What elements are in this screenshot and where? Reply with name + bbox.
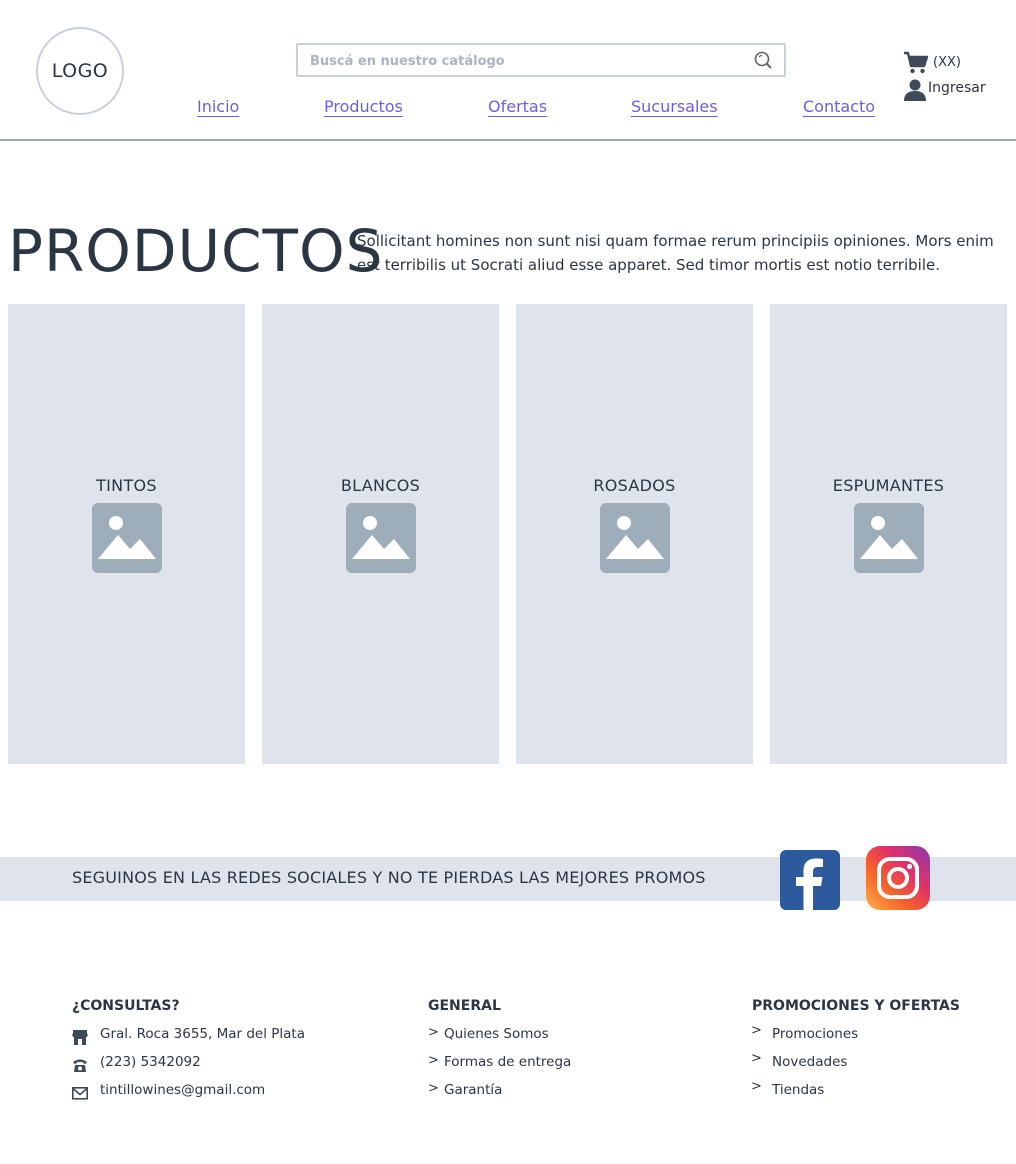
footer-link-quienes-somos[interactable]: Quienes Somos bbox=[444, 1026, 549, 1042]
chevron-right-icon: > bbox=[428, 1053, 439, 1068]
category-card-rosados[interactable]: ROSADOS bbox=[516, 304, 753, 764]
chevron-right-icon: > bbox=[751, 1023, 762, 1038]
nav-ofertas[interactable]: Ofertas bbox=[488, 97, 547, 116]
footer-address: Gral. Roca 3655, Mar del Plata bbox=[100, 1026, 305, 1042]
user-icon[interactable] bbox=[903, 78, 927, 102]
footer-contact-heading: ¿CONSULTAS? bbox=[72, 998, 180, 1014]
nav-inicio[interactable]: Inicio bbox=[197, 97, 239, 116]
chevron-right-icon: > bbox=[428, 1025, 439, 1040]
footer-email[interactable]: tintillowines@gmail.com bbox=[100, 1082, 265, 1098]
category-label: ESPUMANTES bbox=[832, 475, 945, 495]
login-link[interactable]: Ingresar bbox=[928, 80, 986, 96]
image-placeholder-icon bbox=[599, 502, 670, 573]
logo[interactable]: LOGO bbox=[36, 27, 124, 115]
footer-link-garantia[interactable]: Garantía bbox=[444, 1082, 502, 1098]
cart-icon[interactable] bbox=[903, 51, 929, 75]
category-card-espumantes[interactable]: ESPUMANTES bbox=[770, 304, 1007, 764]
search-bar[interactable] bbox=[296, 43, 786, 77]
image-placeholder-icon bbox=[91, 502, 162, 573]
store-icon bbox=[72, 1030, 88, 1045]
footer-link-tiendas[interactable]: Tiendas bbox=[772, 1082, 824, 1098]
page-description: Sollicitant homines non sunt nisi quam f… bbox=[357, 232, 994, 274]
header-divider bbox=[0, 139, 1016, 141]
email-icon bbox=[72, 1086, 88, 1100]
social-text: SEGUINOS EN LAS REDES SOCIALES Y NO TE P… bbox=[72, 868, 706, 887]
nav-sucursales[interactable]: Sucursales bbox=[631, 97, 718, 116]
category-label: BLANCOS bbox=[340, 475, 421, 495]
phone-icon bbox=[73, 1059, 87, 1072]
chevron-right-icon: > bbox=[751, 1079, 762, 1094]
category-label: ROSADOS bbox=[593, 475, 676, 495]
chevron-right-icon: > bbox=[751, 1051, 762, 1066]
page-title: PRODUCTOS bbox=[8, 217, 384, 285]
cart-count[interactable]: (XX) bbox=[933, 55, 961, 70]
nav-contacto[interactable]: Contacto bbox=[803, 97, 875, 116]
footer-link-novedades[interactable]: Novedades bbox=[772, 1054, 847, 1070]
category-card-tintos[interactable]: TINTOS bbox=[8, 304, 245, 764]
footer-promos-heading: PROMOCIONES Y OFERTAS bbox=[752, 998, 960, 1014]
search-icon[interactable] bbox=[754, 51, 774, 71]
image-placeholder-icon bbox=[345, 502, 416, 573]
footer-phone: (223) 5342092 bbox=[100, 1054, 201, 1070]
footer-link-formas-de-entrega[interactable]: Formas de entrega bbox=[444, 1054, 571, 1070]
category-label: TINTOS bbox=[96, 475, 157, 495]
footer-general-heading: GENERAL bbox=[428, 998, 501, 1014]
category-card-blancos[interactable]: BLANCOS bbox=[262, 304, 499, 764]
instagram-icon[interactable] bbox=[866, 846, 930, 910]
nav-productos[interactable]: Productos bbox=[324, 97, 403, 116]
image-placeholder-icon bbox=[853, 502, 924, 573]
chevron-right-icon: > bbox=[428, 1081, 439, 1096]
facebook-icon[interactable] bbox=[780, 850, 840, 910]
footer-link-promociones[interactable]: Promociones bbox=[772, 1026, 858, 1042]
search-input[interactable] bbox=[308, 50, 742, 72]
